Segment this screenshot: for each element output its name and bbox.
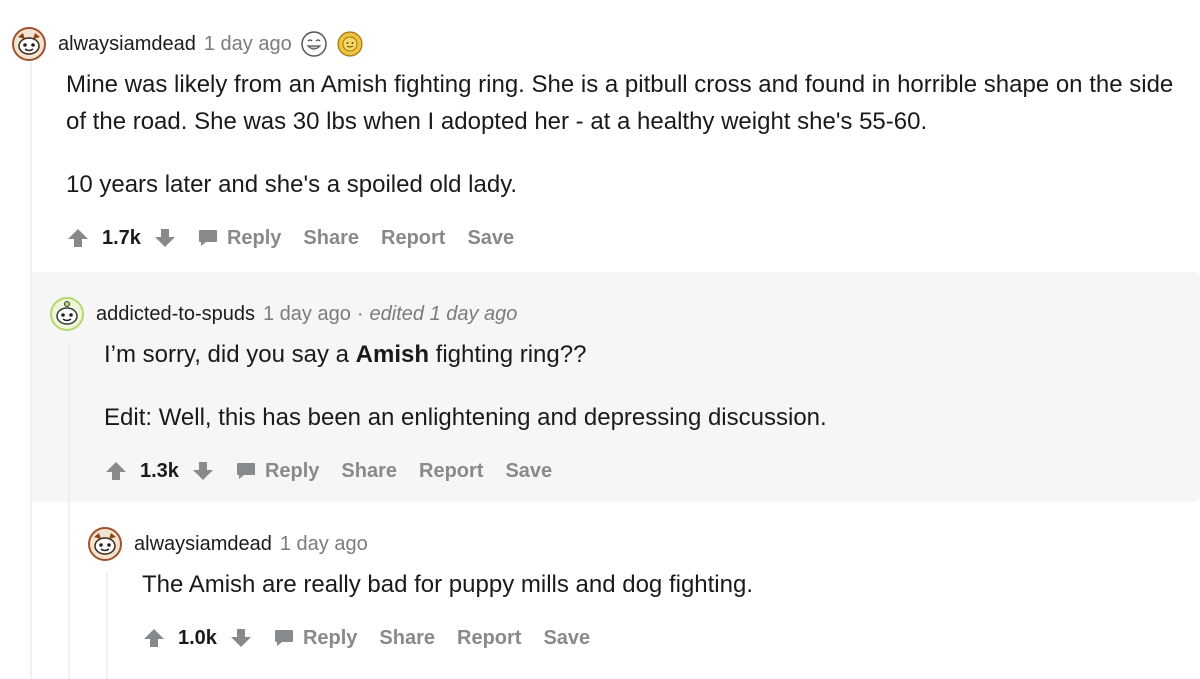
report-button[interactable]: Report bbox=[457, 627, 521, 650]
vote-score: 1.3k bbox=[140, 459, 179, 482]
award-icon-sun[interactable] bbox=[336, 30, 364, 58]
snoo-avatar-icon bbox=[88, 527, 122, 561]
comment-header: alwaysiamdead 1 day ago bbox=[12, 27, 1192, 61]
report-button[interactable]: Report bbox=[419, 460, 483, 483]
comment-paragraph: The Amish are really bad for puppy mills… bbox=[142, 571, 754, 598]
reply-button[interactable]: Reply bbox=[197, 227, 281, 250]
laughing-face-award-icon bbox=[300, 31, 327, 57]
text-segment: I’m sorry, did you say a bbox=[104, 341, 356, 368]
comment-2: addicted-to-spuds 1 day ago · edited 1 d… bbox=[50, 297, 1190, 488]
meta-separator: · bbox=[356, 302, 364, 325]
comment-bubble-icon bbox=[273, 627, 295, 649]
reply-label: Reply bbox=[302, 626, 358, 649]
share-button[interactable]: Share bbox=[303, 227, 359, 250]
user-avatar[interactable] bbox=[88, 527, 122, 561]
upvote-icon[interactable] bbox=[104, 459, 128, 483]
comment-body: The Amish are really bad for puppy mills… bbox=[142, 566, 1182, 603]
upvote-icon[interactable] bbox=[66, 226, 90, 250]
save-button[interactable]: Save bbox=[505, 460, 552, 483]
comment-author[interactable]: alwaysiamdead bbox=[134, 533, 272, 556]
share-button[interactable]: Share bbox=[341, 460, 397, 483]
comment-author[interactable]: alwaysiamdead bbox=[58, 33, 196, 56]
comment-body: Mine was likely from an Amish fighting r… bbox=[66, 66, 1196, 203]
vote-score: 1.0k bbox=[178, 626, 217, 649]
comment-bubble-icon bbox=[235, 460, 257, 482]
report-button[interactable]: Report bbox=[381, 227, 445, 250]
comment-actions: 1.3k Reply Share Report Save bbox=[104, 454, 1190, 488]
comment-actions: 1.0k Reply Share Report Save bbox=[142, 621, 1188, 655]
user-avatar[interactable] bbox=[12, 27, 46, 61]
reply-label: Reply bbox=[264, 459, 320, 482]
bold-text: Amish bbox=[355, 341, 429, 368]
comment-body: I’m sorry, did you say a Amish fighting … bbox=[104, 336, 1184, 436]
reply-label: Reply bbox=[226, 226, 282, 249]
save-button[interactable]: Save bbox=[467, 227, 514, 250]
downvote-icon[interactable] bbox=[153, 226, 177, 250]
reply-button[interactable]: Reply bbox=[235, 460, 319, 483]
sun-face-award-icon bbox=[337, 31, 363, 57]
comment-bubble-icon bbox=[197, 227, 219, 249]
comment-paragraph: Mine was likely from an Amish fighting r… bbox=[66, 71, 1174, 135]
comment-timestamp[interactable]: 1 day ago bbox=[280, 533, 368, 556]
comment-timestamp[interactable]: 1 day ago bbox=[263, 303, 351, 326]
user-avatar[interactable] bbox=[50, 297, 84, 331]
upvote-icon[interactable] bbox=[142, 626, 166, 650]
comment-header: addicted-to-spuds 1 day ago · edited 1 d… bbox=[50, 297, 1190, 331]
award-icon-face[interactable] bbox=[300, 30, 328, 58]
share-button[interactable]: Share bbox=[379, 627, 435, 650]
comment-paragraph: 10 years later and she's a spoiled old l… bbox=[66, 171, 518, 198]
vote-score: 1.7k bbox=[102, 226, 141, 249]
comment-paragraph: Edit: Well, this has been an enlightenin… bbox=[104, 404, 827, 431]
snoo-avatar-icon bbox=[50, 297, 84, 331]
edited-timestamp: edited 1 day ago bbox=[369, 302, 518, 325]
reply-button[interactable]: Reply bbox=[273, 627, 357, 650]
comment-timestamp[interactable]: 1 day ago bbox=[204, 33, 292, 56]
downvote-icon[interactable] bbox=[229, 626, 253, 650]
comment-1: alwaysiamdead 1 day ago Mine was likely … bbox=[12, 27, 1192, 255]
comment-author[interactable]: addicted-to-spuds bbox=[96, 303, 255, 326]
comment-3: alwaysiamdead 1 day ago The Amish are re… bbox=[88, 527, 1188, 655]
comment-header: alwaysiamdead 1 day ago bbox=[88, 527, 1188, 561]
text-segment: fighting ring?? bbox=[429, 341, 587, 368]
save-button[interactable]: Save bbox=[543, 627, 590, 650]
snoo-avatar-icon bbox=[12, 27, 46, 61]
comment-actions: 1.7k Reply Share Report Save bbox=[66, 221, 1192, 255]
downvote-icon[interactable] bbox=[191, 459, 215, 483]
comment-paragraph: I’m sorry, did you say a Amish fighting … bbox=[104, 336, 1184, 373]
